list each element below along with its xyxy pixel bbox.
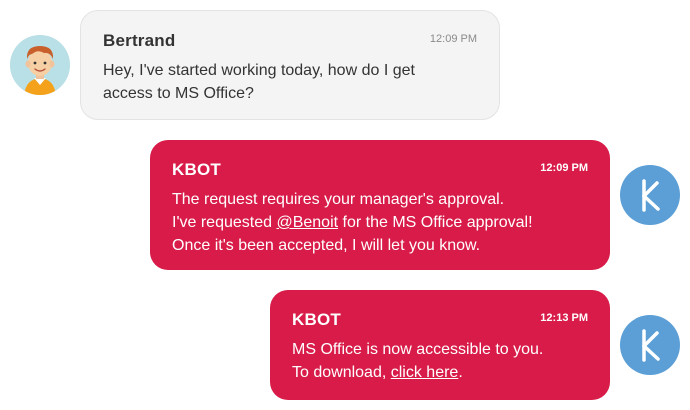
message-time: 12:09 PM — [540, 162, 588, 174]
message-bubble-user: Bertrand 12:09 PM Hey, I've started work… — [80, 10, 500, 120]
message-text-segment: To download, — [292, 364, 391, 381]
message-text-line: To download, click here. — [292, 361, 588, 384]
message-text-segment: for the MS Office approval! — [338, 214, 533, 231]
message-bubble-bot: KBOT 12:09 PM The request requires your … — [150, 140, 610, 270]
message-sender: Bertrand — [103, 31, 176, 50]
message-bubble-bot: KBOT 12:13 PM MS Office is now accessibl… — [270, 290, 610, 400]
message-text-segment: I've requested — [172, 214, 277, 231]
man-avatar-icon — [10, 35, 70, 95]
message-text: The request requires your manager's appr… — [172, 188, 588, 257]
download-link[interactable]: click here — [391, 364, 459, 381]
message-text: MS Office is now accessible to you. To d… — [292, 338, 588, 384]
message-sender: KBOT — [172, 160, 221, 179]
message-text-line: access to MS Office? — [103, 85, 254, 102]
mention-link[interactable]: @Benoit — [276, 214, 338, 231]
message-text-line: MS Office is now accessible to you. — [292, 341, 544, 358]
message-text-line: Once it's been accepted, I will let you … — [172, 237, 481, 254]
message-text-segment: . — [458, 364, 463, 381]
message-time: 12:13 PM — [540, 312, 588, 324]
bot-avatar — [620, 315, 680, 375]
kbot-k-logo-icon — [642, 329, 660, 362]
message-time: 12:09 PM — [429, 33, 477, 45]
message-text: Hey, I've started working today, how do … — [103, 59, 477, 105]
kbot-k-logo-icon — [642, 179, 660, 212]
message-text-line: I've requested @Benoit for the MS Office… — [172, 211, 588, 234]
message-text-line: Hey, I've started working today, how do … — [103, 62, 415, 79]
bot-avatar — [620, 165, 680, 225]
user-avatar — [10, 35, 70, 95]
message-text-line: The request requires your manager's appr… — [172, 191, 505, 208]
